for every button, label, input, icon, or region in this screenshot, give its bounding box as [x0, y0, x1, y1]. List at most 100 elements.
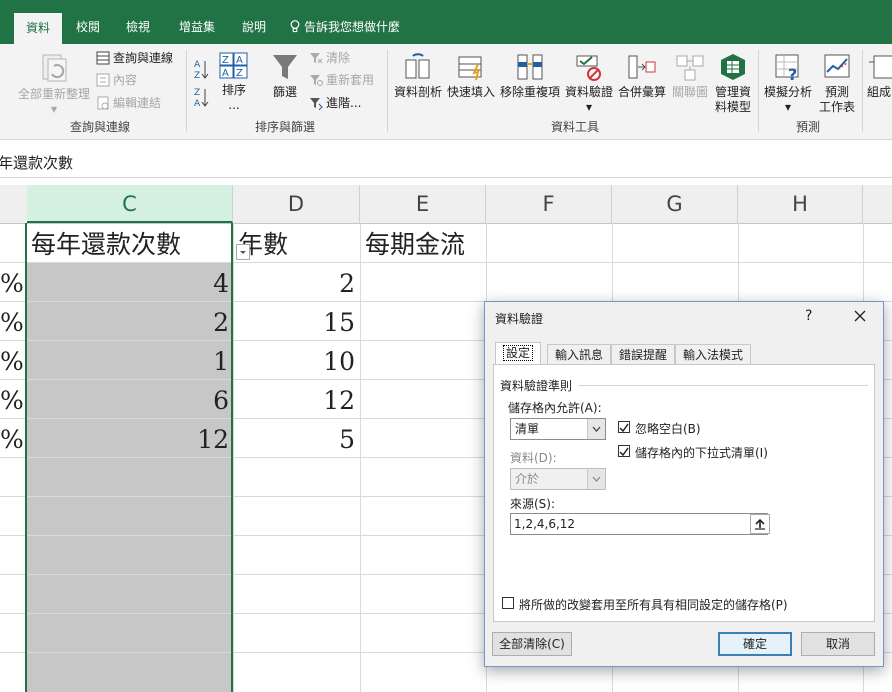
column-header-d[interactable]: D — [233, 185, 360, 223]
column-header-e[interactable]: E — [360, 185, 486, 223]
column-header-g[interactable]: G — [612, 185, 738, 223]
data-label: 資料(D): — [510, 451, 557, 465]
clear-filter-icon — [310, 53, 323, 64]
apply-all-checkbox[interactable] — [502, 597, 514, 609]
sort-za-icon: ZA — [194, 88, 209, 109]
outline-button[interactable]: 組成 — [866, 52, 892, 100]
group-separator — [862, 50, 863, 132]
tab-view[interactable]: 檢視 — [116, 12, 160, 44]
source-input-value: 1,2,4,6,12 — [514, 517, 576, 531]
cell-d[interactable]: 15 — [236, 304, 355, 342]
in-cell-dropdown-checkbox[interactable] — [618, 445, 630, 457]
group-label-queries: 查詢與連線 — [69, 120, 130, 134]
cancel-button[interactable]: 取消 — [801, 632, 875, 656]
reapply-button[interactable]: 重新套用 — [309, 72, 374, 88]
dropdown-arrow-icon — [240, 251, 246, 254]
sort-dialog-icon: Z AA Z — [219, 52, 248, 79]
what-if-analysis-button[interactable]: ? 模擬分析 ▾ — [762, 52, 814, 115]
tab-data[interactable]: 資料 — [14, 13, 62, 44]
sort-label: 排序 — [221, 83, 246, 97]
sort-ascending-button[interactable]: AZ — [193, 58, 212, 81]
cell-d[interactable]: 2 — [236, 265, 355, 303]
properties-label: 內容 — [113, 73, 138, 87]
advanced-filter-button[interactable]: 進階... — [309, 95, 361, 111]
dialog-title: 資料驗證 — [495, 312, 544, 326]
table-icon — [96, 51, 110, 65]
properties-button[interactable]: 內容 — [96, 72, 137, 88]
sort-button[interactable]: ZAAZ 排序... — [216, 52, 252, 113]
svg-text:Z: Z — [236, 68, 243, 79]
tab-addins[interactable]: 增益集 — [168, 12, 226, 44]
sort-descending-button[interactable]: ZA — [193, 86, 212, 109]
forecast-sheet-button[interactable]: 預測 工作表 — [816, 52, 858, 115]
manage-data-model-button[interactable]: 管理資 料模型 — [710, 52, 756, 115]
cell-d[interactable]: 5 — [236, 421, 355, 459]
forecast-sheet-label-1: 預測 — [824, 85, 849, 99]
dropdown-arrow-icon: ▾ — [585, 100, 593, 114]
column-header-f[interactable]: F — [486, 185, 612, 223]
column-header-c[interactable]: C — [27, 185, 233, 223]
tab-input-message[interactable]: 輸入訊息 — [547, 344, 612, 365]
edit-links-button[interactable]: 編輯連結 — [96, 95, 161, 111]
selection-border — [25, 223, 233, 692]
close-icon — [854, 310, 866, 322]
consolidate-button[interactable]: 合併彙算 — [617, 52, 667, 100]
row-prefix: % — [0, 269, 24, 298]
close-button[interactable] — [849, 305, 871, 327]
forecast-sheet-label-2: 工作表 — [818, 100, 855, 114]
group-label-sort-filter: 排序與篩選 — [254, 120, 315, 134]
clear-all-button[interactable]: 全部清除(C) — [492, 632, 572, 656]
lightbulb-icon — [290, 20, 300, 33]
data-select[interactable]: 介於 — [510, 468, 606, 490]
range-select-button[interactable] — [750, 514, 770, 534]
formula-bar-text: 年還款次數 — [0, 154, 74, 172]
source-input[interactable]: 1,2,4,6,12 — [510, 513, 768, 535]
cell-e-header[interactable]: 每期金流 — [365, 226, 465, 264]
relationships-button[interactable]: 關聯圖 — [670, 52, 710, 100]
tell-me-box[interactable]: 告訴我您想做什麼 — [290, 12, 430, 44]
group-separator — [758, 50, 759, 132]
collapse-range-icon — [755, 518, 765, 530]
tab-error-alert[interactable]: 錯誤提醒 — [611, 344, 676, 365]
filter-button[interactable]: 篩選 — [266, 52, 304, 100]
remove-duplicates-button[interactable]: 移除重複項 — [498, 52, 562, 100]
clear-filter-label: 清除 — [326, 51, 351, 65]
edit-links-label: 編輯連結 — [113, 96, 162, 110]
what-if-icon: ? — [775, 54, 799, 82]
flash-fill-button[interactable]: 快速填入 — [446, 52, 496, 100]
svg-text:A: A — [222, 68, 229, 79]
svg-text:Z: Z — [194, 88, 200, 98]
tab-help[interactable]: 說明 — [232, 12, 276, 44]
data-validation-dialog: 資料驗證 ? 設定 輸入訊息 錯誤提醒 輸入法模式 資料驗證準則 儲存格內允許(… — [484, 301, 884, 667]
allow-select-value: 清單 — [515, 422, 540, 436]
cell-d[interactable]: 10 — [236, 343, 355, 381]
text-to-columns-label: 資料剖析 — [393, 85, 442, 99]
formula-bar[interactable]: 年還款次數 — [0, 140, 892, 178]
svg-text:Z: Z — [222, 55, 229, 66]
refresh-icon — [42, 54, 67, 82]
in-cell-dropdown-label: 儲存格內的下拉式清單(I) — [635, 446, 768, 460]
chevron-down-icon — [587, 469, 605, 489]
manage-data-model-label-2: 料模型 — [714, 100, 751, 114]
svg-text:A: A — [194, 60, 201, 70]
cell-dropdown-button[interactable] — [236, 244, 250, 260]
svg-text:A: A — [194, 99, 201, 108]
refresh-all-button[interactable]: 全部重新整理 ▾ — [17, 52, 91, 117]
clear-filter-button[interactable]: 清除 — [309, 50, 350, 66]
data-validation-button[interactable]: 資料驗證 ▾ — [564, 52, 614, 115]
help-button[interactable]: ? — [805, 308, 812, 324]
text-to-columns-button[interactable]: 資料剖析 — [392, 52, 444, 100]
allow-select[interactable]: 清單 — [510, 418, 606, 440]
tab-ime-mode[interactable]: 輸入法模式 — [675, 344, 752, 365]
tab-review[interactable]: 校閱 — [66, 12, 110, 44]
row-prefix: % — [0, 425, 24, 454]
group-label-forecast: 預測 — [795, 120, 820, 134]
ok-button[interactable]: 確定 — [718, 632, 792, 656]
column-header-h[interactable]: H — [738, 185, 863, 223]
tab-error-alert-label: 錯誤提醒 — [619, 348, 668, 362]
query-connections-button[interactable]: 查詢與連線 — [96, 50, 173, 66]
tab-settings[interactable]: 設定 — [495, 342, 542, 366]
sort-az-icon: AZ — [194, 60, 209, 81]
cell-d[interactable]: 12 — [236, 382, 355, 420]
ignore-blank-checkbox[interactable] — [618, 421, 630, 433]
